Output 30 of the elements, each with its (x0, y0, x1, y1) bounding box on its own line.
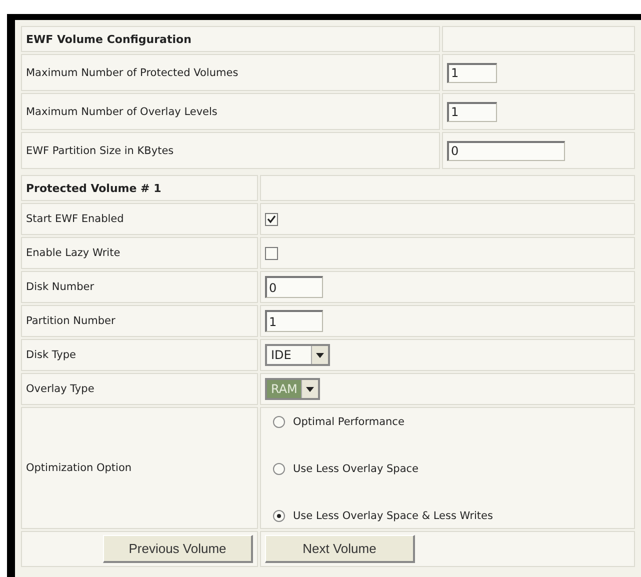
field-label: Maximum Number of Overlay Levels (26, 106, 218, 118)
field-label: Enable Lazy Write (26, 247, 120, 259)
option-label: Use Less Overlay Space & Less Writes (293, 510, 493, 522)
field-label: Partition Number (26, 315, 116, 327)
input-field[interactable]: 0 (265, 276, 323, 298)
field-label: Start EWF Enabled (26, 213, 124, 225)
option-label: Use Less Overlay Space (293, 463, 419, 475)
input-field[interactable]: 1 (447, 102, 497, 122)
previous-volume-button[interactable]: Previous Volume (103, 535, 253, 563)
radio-button[interactable] (273, 463, 285, 475)
section-heading: EWF Volume Configuration (26, 32, 192, 46)
field-label: Overlay Type (26, 383, 94, 395)
input-field[interactable]: 1 (265, 310, 323, 332)
field-label: EWF Partition Size in KBytes (26, 144, 174, 156)
field-label: Optimization Option (26, 462, 132, 474)
checkbox[interactable] (265, 212, 278, 226)
input-field[interactable]: 1 (447, 62, 497, 82)
section-heading: Protected Volume # 1 (26, 182, 162, 194)
next-volume-button[interactable]: Next Volume (265, 535, 415, 563)
radio-button[interactable] (273, 510, 285, 522)
field-label: Disk Type (26, 349, 76, 361)
dropdown[interactable]: IDE (265, 344, 330, 366)
dropdown-arrow-icon (316, 352, 324, 358)
option-label: Optimal Performance (293, 416, 404, 428)
dropdown-arrow-icon (306, 386, 314, 392)
radio-button[interactable] (273, 416, 285, 428)
input-field[interactable]: 0 (447, 140, 565, 160)
checkbox[interactable] (265, 246, 278, 260)
field-label: Disk Number (26, 281, 94, 293)
field-label: Maximum Number of Protected Volumes (26, 66, 238, 78)
